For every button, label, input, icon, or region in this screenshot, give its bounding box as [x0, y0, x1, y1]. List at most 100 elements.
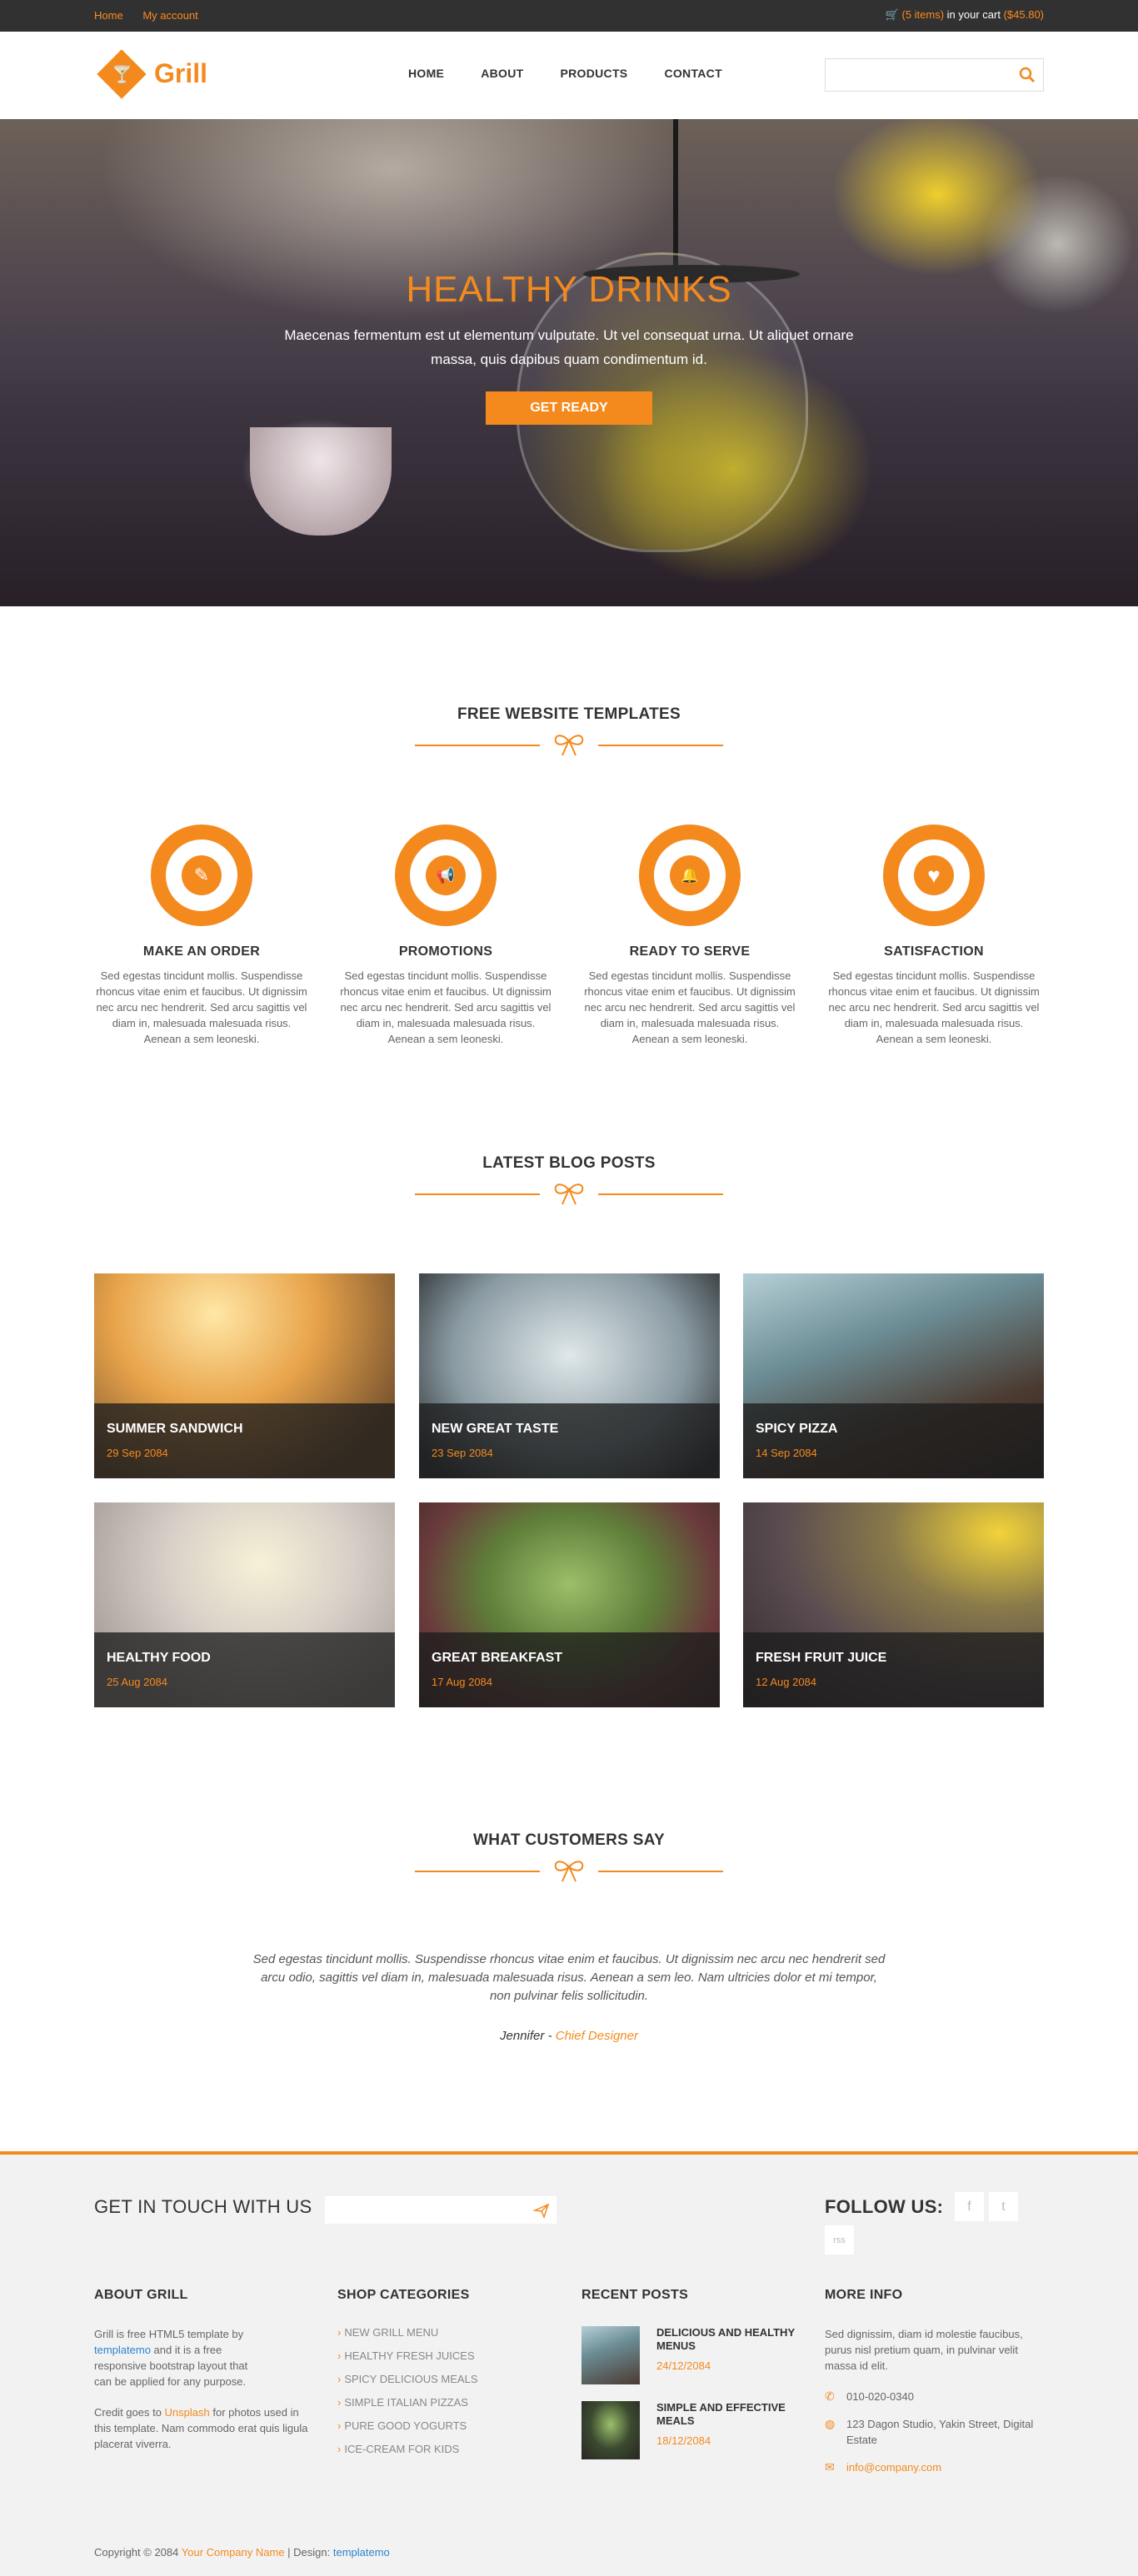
follow-us-title: FOLLOW US: [825, 2196, 944, 2217]
blog-post-card[interactable]: NEW GREAT TASTE 23 Sep 2084 [419, 1273, 720, 1478]
blog-post-caption: NEW GREAT TASTE 23 Sep 2084 [419, 1403, 720, 1478]
recent-post-thumbnail[interactable] [581, 2401, 640, 2459]
blog-post-title[interactable]: SUMMER SANDWICH [107, 1422, 243, 1437]
about-text-2: Credit goes to Unsplash for photos used … [94, 2404, 315, 2452]
design-link[interactable]: templatemo [333, 2546, 390, 2559]
blog-post-card[interactable]: FRESH FRUIT JUICE 12 Aug 2084 [743, 1502, 1044, 1707]
about-text-2a: Credit goes to [94, 2406, 165, 2419]
blog-post-title[interactable]: FRESH FRUIT JUICE [756, 1651, 886, 1666]
contact-phone: ✆ 010-020-0340 [825, 2389, 1043, 2404]
hero-banner: HEALTHY DRINKS Maecenas fermentum est ut… [0, 119, 1138, 606]
blog-post-title[interactable]: GREAT BREAKFAST [432, 1651, 562, 1666]
search-input[interactable] [826, 59, 1009, 91]
categories-column: SHOP CATEGORIES › NEW GRILL MENU › HEALTHY… [337, 2288, 556, 2466]
category-link[interactable]: › NEW GRILL MENU [337, 2326, 556, 2339]
megaphone-icon: 📢 [426, 855, 466, 895]
contact-email: ✉ info@company.com [825, 2459, 1043, 2475]
company-link[interactable]: Your Company Name [182, 2546, 285, 2559]
search-icon[interactable] [1018, 66, 1036, 84]
contact-list: ✆ 010-020-0340 ◍ 123 Dagon Studio, Yakin S… [825, 2389, 1043, 2475]
site-header: 🍸 Grill HOME ABOUT PRODUCTS CONTACT [0, 32, 1138, 119]
nav-about[interactable]: ABOUT [481, 67, 523, 80]
address-text: 123 Dagon Studio, Yakin Street, Digital … [846, 2418, 1034, 2446]
blog-post-title[interactable]: NEW GREAT TASTE [432, 1422, 558, 1437]
bell-icon: 🔔 [670, 855, 710, 895]
blog-post-card[interactable]: GREAT BREAKFAST 17 Aug 2084 [419, 1502, 720, 1707]
site-footer: GET IN TOUCH WITH US FOLLOW US: f t rss … [0, 2151, 1138, 2576]
cart-text: in your cart [944, 8, 1004, 21]
phone-icon: ✆ [825, 2389, 835, 2403]
testimonial-title: WHAT CUSTOMERS SAY [473, 1831, 665, 1849]
blog-post-card[interactable]: HEALTHY FOOD 25 Aug 2084 [94, 1502, 395, 1707]
blog-post-date: 23 Sep 2084 [432, 1447, 493, 1459]
category-label: PURE GOOD YOGURTS [344, 2419, 467, 2432]
send-icon[interactable] [533, 2202, 550, 2219]
more-info-text: Sed dignissim, diam id molestie faucibus… [825, 2328, 1023, 2372]
templatemo-link[interactable]: templatemo [94, 2344, 151, 2356]
hero-image-cup [250, 427, 392, 536]
categories-list: › NEW GRILL MENU › HEALTHY FRESH JUICES › S… [337, 2326, 556, 2455]
category-label: HEALTHY FRESH JUICES [344, 2349, 475, 2362]
author-separator: - [544, 2029, 556, 2043]
recent-post[interactable]: SIMPLE AND EFFECTIVE MEALS 18/12/2084 [581, 2401, 800, 2476]
about-text-1a: Grill is free HTML5 template by [94, 2328, 244, 2340]
newsletter-input[interactable] [325, 2196, 525, 2224]
feature-circle: 📢 [395, 825, 497, 926]
nav-contact[interactable]: CONTACT [664, 67, 722, 80]
recent-post-title[interactable]: SIMPLE AND EFFECTIVE MEALS [656, 2401, 802, 2428]
testimonial-author: Jennifer - Chief Designer [0, 2029, 1138, 2043]
hero-title: HEALTHY DRINKS [406, 269, 732, 310]
top-link-home[interactable]: Home [94, 9, 123, 22]
categories-title: SHOP CATEGORIES [337, 2288, 470, 2302]
blog-post-title[interactable]: SPICY PIZZA [756, 1422, 837, 1437]
bow-icon [554, 1183, 584, 1205]
copyright: Copyright © 2084 Your Company Name | Des… [94, 2546, 390, 2559]
recent-post-title[interactable]: DELICIOUS AND HEALTHY MENUS [656, 2326, 802, 2353]
hero-text: Maecenas fermentum est ut elementum vulp… [284, 327, 854, 367]
chevron-right-icon: › [337, 2349, 342, 2362]
blog-post-date: 14 Sep 2084 [756, 1447, 817, 1459]
cart-icon: 🛒 [885, 8, 899, 21]
main-nav: HOME ABOUT PRODUCTS CONTACT [408, 67, 759, 80]
nav-home[interactable]: HOME [408, 67, 444, 80]
cart-amount: ($45.80) [1003, 8, 1044, 21]
feature-satisfaction: ♥ SATISFACTION Sed egestas tincidunt mol… [826, 825, 1041, 1047]
recent-post-thumbnail[interactable] [581, 2326, 640, 2384]
blog-post-title[interactable]: HEALTHY FOOD [107, 1651, 211, 1666]
blog-post-card[interactable]: SPICY PIZZA 14 Sep 2084 [743, 1273, 1044, 1478]
top-link-my-account[interactable]: My account [142, 9, 197, 22]
recent-posts-list: DELICIOUS AND HEALTHY MENUS 24/12/2084 S… [581, 2326, 800, 2476]
category-link[interactable]: › PURE GOOD YOGURTS [337, 2419, 556, 2432]
feature-circle: ♥ [883, 825, 985, 926]
logo-text[interactable]: Grill [154, 58, 207, 89]
unsplash-link[interactable]: Unsplash [165, 2406, 210, 2419]
rss-icon[interactable]: rss [825, 2225, 854, 2255]
get-in-touch-title: GET IN TOUCH WITH US [94, 2196, 312, 2217]
blog-post-caption: FRESH FRUIT JUICE 12 Aug 2084 [743, 1632, 1044, 1707]
feature-title: READY TO SERVE [629, 944, 751, 959]
feature-title: MAKE AN ORDER [142, 944, 261, 959]
feature-text: Sed egestas tincidunt mollis. Suspendiss… [584, 969, 796, 1045]
recent-posts-column: RECENT POSTS DELICIOUS AND HEALTHY MENUS… [581, 2288, 800, 2476]
newsletter-box[interactable] [325, 2196, 557, 2224]
category-link[interactable]: › SIMPLE ITALIAN PIZZAS [337, 2396, 556, 2409]
blog-post-card[interactable]: SUMMER SANDWICH 29 Sep 2084 [94, 1273, 395, 1478]
chevron-right-icon: › [337, 2373, 342, 2385]
search-box[interactable] [825, 58, 1044, 92]
cart-summary[interactable]: 🛒 (5 items) in your cart ($45.80) [886, 8, 1044, 22]
recent-post[interactable]: DELICIOUS AND HEALTHY MENUS 24/12/2084 [581, 2326, 800, 2401]
category-link[interactable]: › ICE-CREAM FOR KIDS [337, 2443, 556, 2455]
category-link[interactable]: › SPICY DELICIOUS MEALS [337, 2373, 556, 2385]
feature-text: Sed egestas tincidunt mollis. Suspendiss… [340, 969, 552, 1045]
feature-ready-to-serve: 🔔 READY TO SERVE Sed egestas tincidunt m… [582, 825, 797, 1047]
twitter-icon[interactable]: t [989, 2192, 1018, 2221]
blog-post-date: 25 Aug 2084 [107, 1676, 168, 1688]
logo[interactable]: 🍸 [97, 49, 147, 99]
category-link[interactable]: › HEALTHY FRESH JUICES [337, 2349, 556, 2362]
get-ready-button[interactable]: GET READY [486, 391, 652, 425]
recent-posts-title: RECENT POSTS [581, 2288, 689, 2302]
email-link[interactable]: info@company.com [846, 2461, 941, 2474]
nav-products[interactable]: PRODUCTS [560, 67, 627, 80]
facebook-icon[interactable]: f [955, 2192, 984, 2221]
blog-title: LATEST BLOG POSTS [482, 1154, 656, 1172]
